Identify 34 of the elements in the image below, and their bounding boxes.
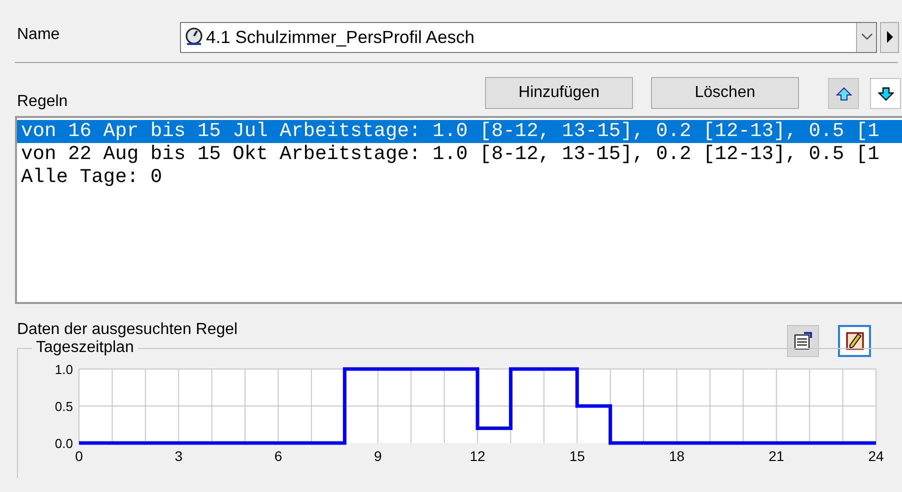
properties-button[interactable] [787,325,819,357]
delete-button[interactable]: Löschen [651,77,799,109]
add-button[interactable]: Hinzufügen [485,77,633,109]
x-tick-label: 6 [274,448,282,464]
x-tick-label: 3 [174,448,183,464]
next-button[interactable] [880,22,899,52]
x-tick-label: 24 [868,448,884,464]
rule-item[interactable]: von 22 Aug bis 15 Okt Arbeitstage: 1.0 [8-12, 13-15], 0.2 [12-13], 0.5 [1 [17,143,902,166]
edit-button[interactable] [838,325,871,357]
y-tick-label: 1.0 [54,362,73,377]
x-tick-label: 0 [75,448,83,464]
name-label: Name [16,25,61,45]
move-down-button[interactable] [870,78,901,109]
pencil-icon [844,331,864,351]
move-up-button[interactable] [828,78,859,109]
rules-label: Regeln [16,92,69,112]
x-tick-label: 12 [470,448,486,464]
properties-icon [793,331,813,351]
x-tick-label: 9 [374,448,382,464]
rule-item[interactable]: von 16 Apr bis 15 Jul Arbeitstage: 1.0 [8-12, 13-15], 0.2 [12-13], 0.5 [1 [17,120,902,143]
x-tick-label: 21 [768,448,784,464]
details-label: Daten der ausgesuchten Regel [16,320,239,340]
name-dropdown[interactable]: 4.1 Schulzimmer_PersProfil Aesch [180,22,877,52]
y-tick-label: 0.0 [54,436,73,451]
y-tick-label: 0.5 [54,399,73,414]
up-arrow-icon [836,86,852,100]
group-title: Tageszeitplan [32,338,138,358]
x-tick-label: 15 [569,448,585,464]
name-value: 4.1 Schulzimmer_PersProfil Aesch [206,26,476,49]
triangle-right-icon [886,31,894,43]
x-tick-label: 18 [668,448,685,464]
gauge-icon [184,27,204,47]
rule-item[interactable]: Alle Tage: 0 [17,166,902,189]
down-arrow-icon [878,86,894,100]
